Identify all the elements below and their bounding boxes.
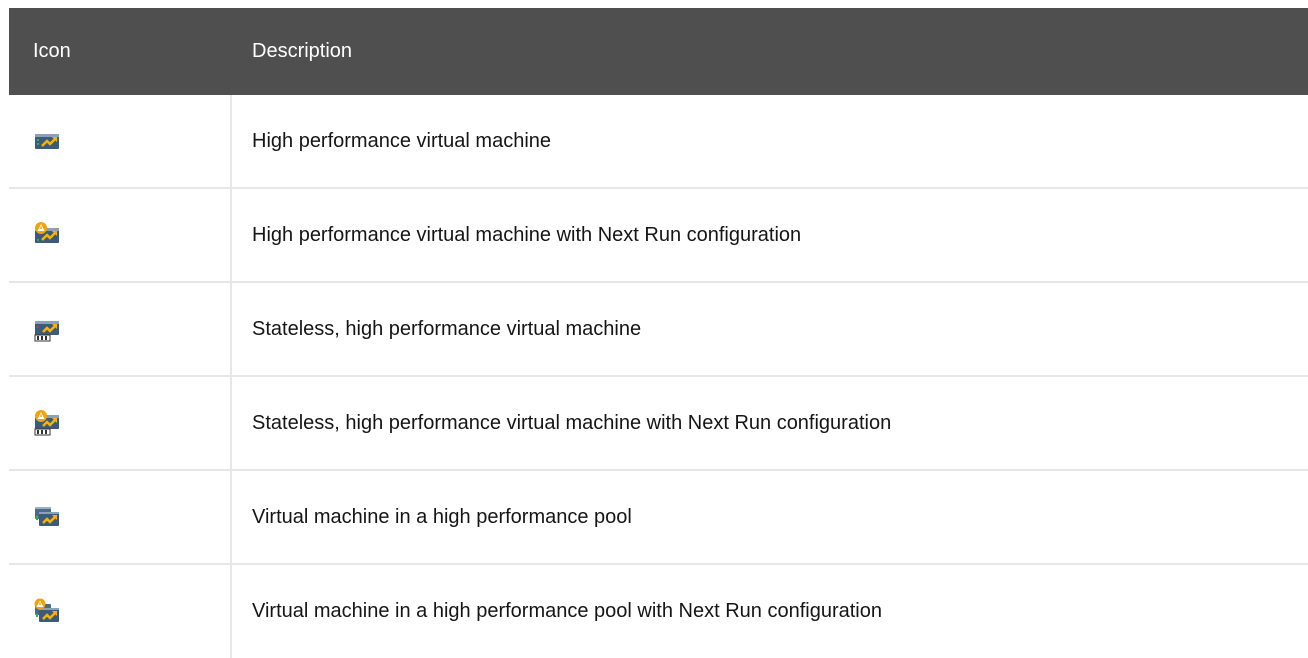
- description-cell: Stateless, high performance virtual mach…: [252, 317, 642, 340]
- table-header: Icon Description: [9, 8, 1308, 95]
- description-cell: Virtual machine in a high performance po…: [252, 505, 632, 528]
- description-cell: Stateless, high performance virtual mach…: [252, 411, 892, 434]
- icon-cell: [9, 283, 232, 375]
- icon-cell: [9, 95, 232, 187]
- table-row: Virtual machine in a high performance po…: [9, 471, 1308, 565]
- vm-icon-table: Icon Description High performance virtua…: [9, 8, 1308, 658]
- header-icon: Icon: [33, 40, 71, 62]
- high-performance-vm-icon: [35, 134, 59, 149]
- header-description: Description: [252, 40, 353, 62]
- icon-cell: [9, 565, 232, 658]
- description-cell: High performance virtual machine with Ne…: [252, 223, 802, 246]
- high-performance-pool-vm-next-run-icon: [34, 598, 59, 622]
- stateless-high-performance-vm-icon: [34, 321, 59, 342]
- high-performance-pool-vm-icon: [35, 507, 59, 526]
- table-row: Stateless, high performance virtual mach…: [9, 283, 1308, 377]
- icon-cell: [9, 377, 232, 469]
- table-row: Virtual machine in a high performance po…: [9, 565, 1308, 658]
- table-row: High performance virtual machine with Ne…: [9, 189, 1308, 283]
- description-cell: Virtual machine in a high performance po…: [252, 600, 882, 622]
- description-cell: High performance virtual machine: [252, 129, 552, 152]
- table-row: High performance virtual machine: [9, 95, 1308, 189]
- icon-cell: [9, 471, 232, 563]
- stateless-high-performance-vm-next-run-icon: [34, 410, 59, 436]
- table-row: Stateless, high performance virtual mach…: [9, 377, 1308, 471]
- high-performance-vm-next-run-icon: [35, 222, 59, 243]
- icon-cell: [9, 189, 232, 281]
